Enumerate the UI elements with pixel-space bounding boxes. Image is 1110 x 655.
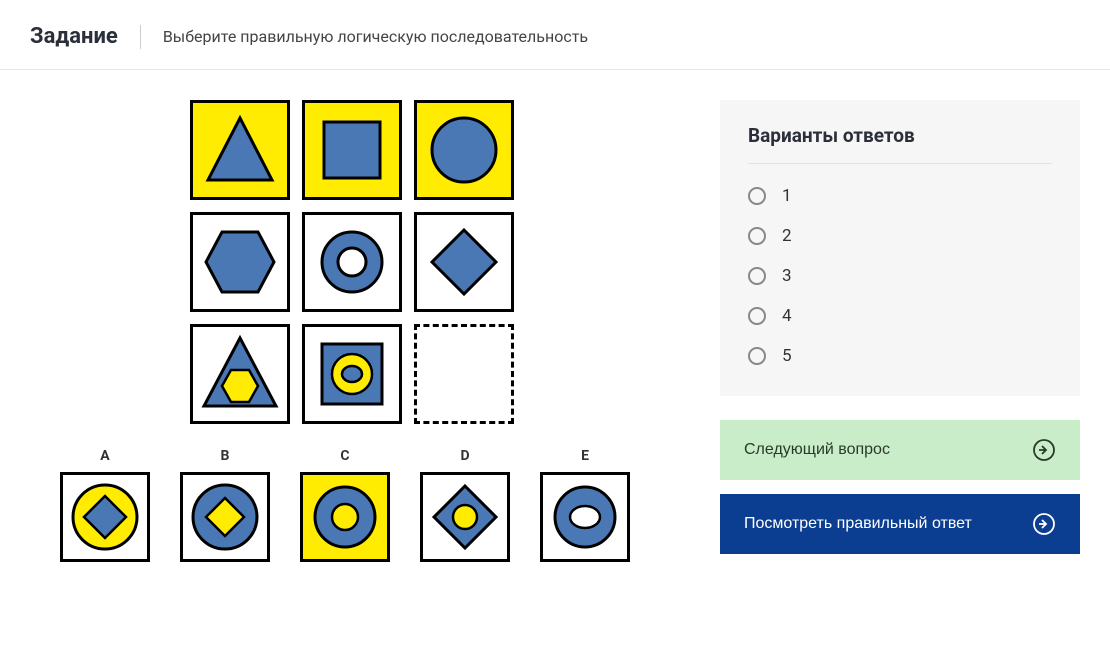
radio-icon xyxy=(748,307,766,325)
grid-cell-0 xyxy=(190,100,290,200)
radio-icon xyxy=(748,227,766,245)
instruction-text: Выберите правильную логическую последова… xyxy=(163,27,588,46)
answer-cell xyxy=(540,472,630,562)
header: Задание Выберите правильную логическую п… xyxy=(0,0,1110,70)
puzzle-grid xyxy=(190,100,660,424)
diamond-icon xyxy=(424,222,504,302)
answer-d[interactable]: D xyxy=(420,448,510,562)
option-label: 5 xyxy=(782,346,792,366)
radio-icon xyxy=(748,267,766,285)
answer-b[interactable]: B xyxy=(180,448,270,562)
option-4[interactable]: 4 xyxy=(748,296,1052,336)
ring-yellow-icon xyxy=(308,480,382,554)
grid-cell-6 xyxy=(190,324,290,424)
triangle-hexagon-icon xyxy=(198,332,282,416)
puzzle-panel: A B C xyxy=(30,100,660,568)
answer-a[interactable]: A xyxy=(60,448,150,562)
option-1[interactable]: 1 xyxy=(748,176,1052,216)
answer-choices: A B C xyxy=(60,448,660,562)
grid-cell-3 xyxy=(190,212,290,312)
radio-icon xyxy=(748,347,766,365)
grid-cell-8-empty xyxy=(414,324,514,424)
option-label: 3 xyxy=(782,266,792,286)
square-icon xyxy=(312,110,392,190)
arrow-right-icon xyxy=(1032,438,1056,462)
answer-cell xyxy=(60,472,150,562)
ring-icon xyxy=(312,222,392,302)
option-2[interactable]: 2 xyxy=(748,216,1052,256)
grid-cell-1 xyxy=(302,100,402,200)
ring-diamond-icon xyxy=(188,480,262,554)
options-box: Варианты ответов 1 2 3 4 5 xyxy=(720,100,1080,396)
page-title: Задание xyxy=(30,24,118,49)
answer-label: D xyxy=(460,448,469,464)
answer-e[interactable]: E xyxy=(540,448,630,562)
square-ring-icon xyxy=(312,334,392,414)
divider xyxy=(140,25,141,49)
option-label: 1 xyxy=(782,186,792,206)
grid-cell-5 xyxy=(414,212,514,312)
next-question-button[interactable]: Следующий вопрос xyxy=(720,420,1080,480)
arrow-right-icon xyxy=(1032,512,1056,536)
answer-c[interactable]: C xyxy=(300,448,390,562)
answer-label: B xyxy=(221,448,230,464)
button-label: Посмотреть правильный ответ xyxy=(744,515,972,533)
circle-icon xyxy=(424,110,504,190)
answer-cell xyxy=(420,472,510,562)
ring-oval-icon xyxy=(548,480,622,554)
options-panel: Варианты ответов 1 2 3 4 5 С xyxy=(720,100,1080,568)
grid-cell-2 xyxy=(414,100,514,200)
answer-cell xyxy=(180,472,270,562)
answer-label: A xyxy=(100,448,109,464)
option-3[interactable]: 3 xyxy=(748,256,1052,296)
answer-label: E xyxy=(581,448,589,464)
option-5[interactable]: 5 xyxy=(748,336,1052,376)
options-title: Варианты ответов xyxy=(748,124,1052,164)
triangle-icon xyxy=(200,110,280,190)
grid-cell-4 xyxy=(302,212,402,312)
hexagon-icon xyxy=(200,222,280,302)
option-label: 4 xyxy=(782,306,792,326)
option-label: 2 xyxy=(782,226,792,246)
grid-cell-7 xyxy=(302,324,402,424)
diamond-circle-icon xyxy=(428,480,502,554)
content: A B C xyxy=(0,70,1110,598)
button-label: Следующий вопрос xyxy=(744,441,890,459)
circle-diamond-icon xyxy=(68,480,142,554)
answer-cell xyxy=(300,472,390,562)
answer-label: C xyxy=(340,448,349,464)
radio-icon xyxy=(748,187,766,205)
show-answer-button[interactable]: Посмотреть правильный ответ xyxy=(720,494,1080,554)
